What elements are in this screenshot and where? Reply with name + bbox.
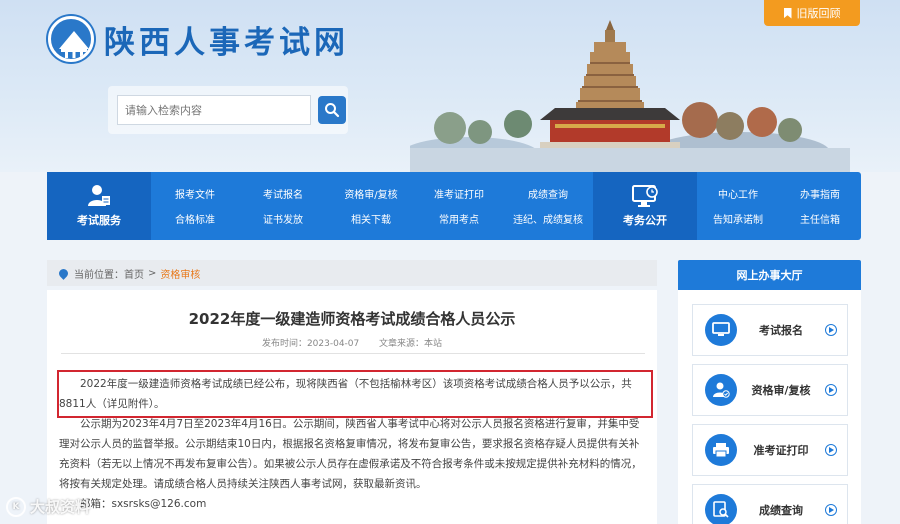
- article-publish-time: 发布时间：2023-04-07: [261, 339, 360, 349]
- nav-link-center-work[interactable]: 中心工作: [718, 186, 758, 201]
- main-nav: 考试服务 报考文件 合格标准 考试报名 证书发放 资格审/复核 相关下载 准考证…: [47, 172, 861, 240]
- watermark-logo-icon: K: [6, 496, 26, 517]
- nav-link-qualification-review[interactable]: 资格审/复核: [344, 186, 397, 201]
- side-item-registration[interactable]: 考试报名: [692, 304, 848, 356]
- nav-col-5: 成绩查询 违纪、成绩复核: [503, 172, 593, 240]
- monitor-clock-icon: [632, 185, 658, 207]
- side-item-label: 准考证打印: [753, 444, 809, 457]
- nav-col-2: 考试报名 证书发放: [239, 172, 327, 240]
- search-doc-icon: [705, 494, 737, 524]
- nav-link-violation-review[interactable]: 违纪、成绩复核: [513, 211, 583, 226]
- article-source: 文章来源：本站: [379, 339, 443, 349]
- nav-col-1: 报考文件 合格标准: [151, 172, 239, 240]
- nav-link-exam-sites[interactable]: 常用考点: [439, 211, 479, 226]
- online-hall-panel: 考试报名 资格审/复核 准考证打印 成绩查询: [678, 290, 861, 524]
- watermark-text: 大叔资料: [30, 498, 91, 516]
- nav-link-exam-files[interactable]: 报考文件: [175, 186, 215, 201]
- nav-link-registration[interactable]: 考试报名: [263, 186, 303, 201]
- search-input[interactable]: [117, 95, 311, 125]
- arrow-right-icon: [825, 444, 837, 456]
- nav-exam-affairs-label: 考务公开: [623, 214, 667, 227]
- breadcrumb-separator: >: [148, 267, 157, 279]
- online-hall-title: 网上办事大厅: [678, 260, 861, 290]
- article-paragraph-2: 公示期为2023年4月7日至2023年4月16日。公示期间，陕西省人事考试中心将…: [59, 418, 642, 490]
- article-title: 2022年度一级建造师资格考试成绩合格人员公示: [188, 310, 516, 328]
- arrow-right-icon: [825, 504, 837, 516]
- monitor-icon: [705, 314, 737, 346]
- nav-link-downloads[interactable]: 相关下载: [351, 211, 391, 226]
- nav-link-pass-standard[interactable]: 合格标准: [175, 211, 215, 226]
- article-paragraph-1: 2022年度一级建造师资格考试成绩已经公布，现将陕西省（不包括榆林考区）该项资格…: [59, 378, 632, 410]
- nav-link-certificate[interactable]: 证书发放: [263, 211, 303, 226]
- article-divider: [61, 353, 645, 354]
- breadcrumb-home[interactable]: 首页: [124, 266, 144, 281]
- location-pin-icon: [57, 266, 70, 280]
- watermark: K 大叔资料: [6, 496, 90, 517]
- nav-col-4: 准考证打印 常用考点: [415, 172, 503, 240]
- nav-link-commitment[interactable]: 告知承诺制: [713, 211, 763, 226]
- article-meta: 发布时间：2023-04-07 文章来源：本站: [47, 336, 657, 349]
- exam-service-icon: [88, 185, 110, 206]
- breadcrumb-current[interactable]: 资格审核: [160, 266, 200, 281]
- nav-exam-affairs[interactable]: 考务公开: [593, 172, 697, 240]
- side-item-admission-ticket[interactable]: 准考证打印: [692, 424, 848, 476]
- site-title: 陕西人事考试网: [104, 24, 349, 61]
- breadcrumb-prefix: 当前位置：: [74, 269, 124, 281]
- nav-link-director-mailbox[interactable]: 主任信箱: [800, 211, 840, 226]
- arrow-right-icon: [825, 324, 837, 336]
- nav-exam-service-label: 考试服务: [77, 214, 121, 227]
- side-item-label: 资格审/复核: [751, 384, 811, 397]
- side-item-qualification[interactable]: 资格审/复核: [692, 364, 848, 416]
- article-body: 2022年度一级建造师资格考试成绩已经公布，现将陕西省（不包括榆林考区）该项资格…: [59, 374, 647, 514]
- arrow-right-icon: [825, 384, 837, 396]
- site-header: 陕西人事考试网 旧版回顾: [0, 0, 900, 172]
- side-item-label: 成绩查询: [759, 504, 803, 517]
- site-logo[interactable]: 陕西人事考试网: [48, 16, 349, 62]
- nav-col-6: 中心工作 告知承诺制: [697, 172, 779, 240]
- search-button[interactable]: [318, 96, 346, 124]
- bookmark-icon: [783, 7, 792, 19]
- side-item-label: 考试报名: [759, 324, 803, 337]
- nav-link-score-query[interactable]: 成绩查询: [528, 186, 568, 201]
- logo-emblem-icon: [48, 16, 94, 62]
- nav-col-3: 资格审/复核 相关下载: [327, 172, 415, 240]
- search-box: [108, 86, 348, 134]
- nav-link-guide[interactable]: 办事指南: [800, 186, 840, 201]
- side-item-score-query[interactable]: 成绩查询: [692, 484, 848, 524]
- nav-link-admission-ticket[interactable]: 准考证打印: [434, 186, 484, 201]
- nav-exam-service[interactable]: 考试服务: [47, 172, 151, 240]
- article-email: 邮箱：sxsrsks@126.com: [80, 498, 207, 510]
- pagoda-scene-image: [410, 20, 850, 172]
- article-panel: 2022年度一级建造师资格考试成绩合格人员公示 发布时间：2023-04-07 …: [47, 290, 657, 524]
- search-icon: [325, 103, 340, 118]
- printer-icon: [705, 434, 737, 466]
- user-check-icon: [705, 374, 737, 406]
- breadcrumb: 当前位置： 首页 > 资格审核: [47, 260, 657, 286]
- old-version-label: 旧版回顾: [796, 7, 841, 20]
- nav-col-7: 办事指南 主任信箱: [779, 172, 861, 240]
